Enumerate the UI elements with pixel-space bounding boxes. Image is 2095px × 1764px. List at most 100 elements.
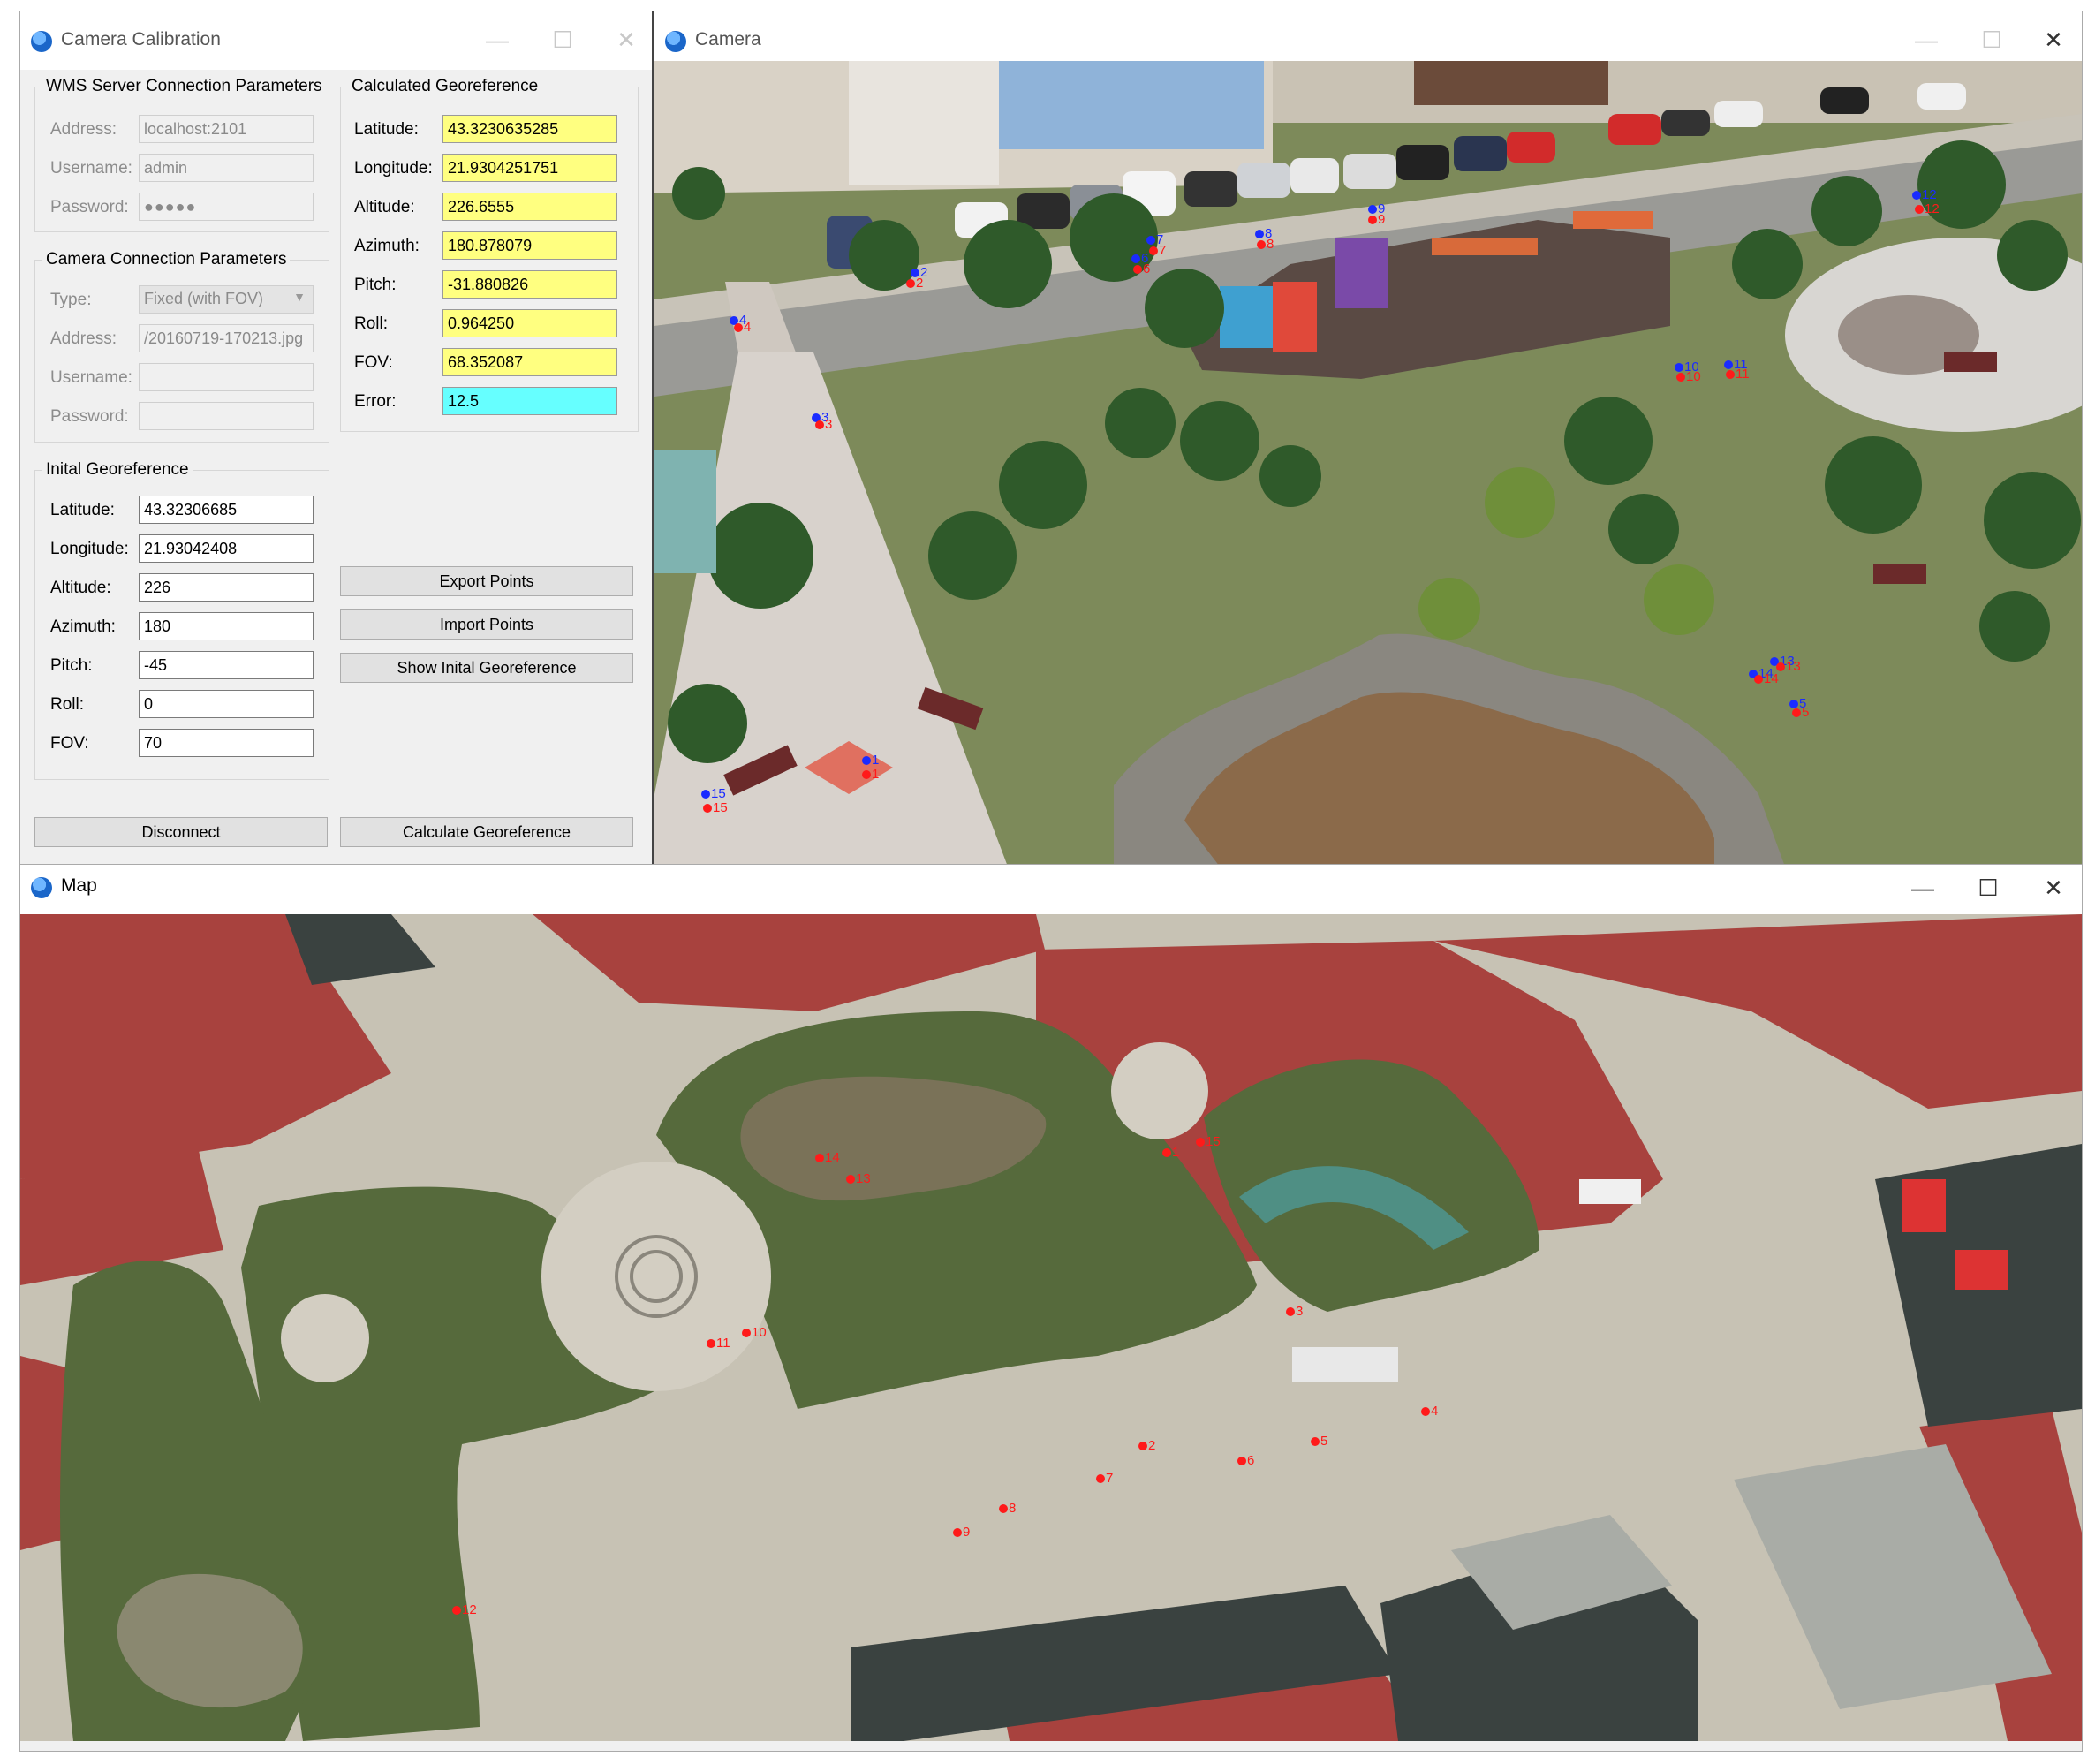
camera-point-1-projected-dot[interactable]: [862, 770, 871, 779]
calc-fov-field[interactable]: [442, 348, 617, 376]
map-point-12-dot[interactable]: [452, 1606, 461, 1615]
camera-point-4-projected-label: 4: [744, 320, 751, 335]
disconnect-button[interactable]: Disconnect: [34, 817, 328, 847]
camera-username-label: Username:: [50, 368, 132, 387]
wms-password-input[interactable]: [139, 193, 314, 221]
camera-point-7-picked-dot[interactable]: [1146, 236, 1155, 245]
show-initial-georeference-button[interactable]: Show Inital Georeference: [340, 653, 633, 683]
map-point-10-dot[interactable]: [742, 1329, 751, 1337]
camera-point-12-picked-dot[interactable]: [1912, 191, 1921, 200]
aerial-map: 123456789101112131415: [20, 914, 2082, 1741]
map-point-4-dot[interactable]: [1421, 1407, 1430, 1416]
initial-pitch-input[interactable]: [139, 651, 314, 679]
minimize-button[interactable]: —: [1900, 19, 1953, 61]
camera-password-input[interactable]: [139, 402, 314, 430]
camera-point-5-projected-dot[interactable]: [1792, 708, 1801, 717]
map-point-2-dot[interactable]: [1138, 1442, 1147, 1450]
wms-username-input[interactable]: [139, 154, 314, 182]
camera-address-input[interactable]: [139, 324, 314, 352]
map-point-15-dot[interactable]: [1196, 1138, 1205, 1147]
camera-point-15-projected-dot[interactable]: [703, 804, 712, 813]
camera-point-2-projected-dot[interactable]: [906, 279, 915, 288]
camera-window: Camera — ☐ ✕ 1 1 2 2 3 3 4 4 5 5 6 6 7 7…: [652, 11, 2083, 867]
map-point-14-label: 14: [825, 1150, 840, 1165]
camera-point-6-projected-dot[interactable]: [1133, 265, 1142, 274]
map-point-5-dot[interactable]: [1311, 1437, 1320, 1446]
map-point-6-dot[interactable]: [1237, 1457, 1246, 1465]
calculated-georeference-title: Calculated Georeference: [352, 77, 539, 95]
minimize-button[interactable]: —: [1896, 867, 1949, 909]
camera-photo: 1122334455667788991010111112121313141415…: [654, 61, 2082, 867]
calc-longitude-field[interactable]: [442, 154, 617, 182]
import-points-button[interactable]: Import Points: [340, 609, 633, 640]
camera-point-1-picked-dot[interactable]: [862, 756, 871, 765]
calc-azimuth-field[interactable]: [442, 231, 617, 260]
map-point-8-dot[interactable]: [999, 1504, 1008, 1513]
camera-point-13-projected-label: 13: [1786, 659, 1801, 674]
window-title: Camera: [695, 29, 761, 49]
camera-point-8-projected-dot[interactable]: [1257, 240, 1266, 249]
calc-pitch-field[interactable]: [442, 270, 617, 299]
wms-password-label: Password:: [50, 198, 129, 216]
camera-point-8-picked-dot[interactable]: [1255, 230, 1264, 238]
calculate-georeference-button[interactable]: Calculate Georeference: [340, 817, 633, 847]
camera-point-11-projected-dot[interactable]: [1726, 370, 1735, 379]
initial-longitude-input[interactable]: [139, 534, 314, 563]
initial-altitude-input[interactable]: [139, 573, 314, 602]
map-point-9-dot[interactable]: [953, 1528, 962, 1537]
initial-latitude-input[interactable]: [139, 496, 314, 524]
wms-group-title: WMS Server Connection Parameters: [46, 77, 322, 95]
map-point-3-dot[interactable]: [1286, 1307, 1295, 1316]
camera-point-6-projected-label: 6: [1143, 261, 1150, 276]
camera-point-12-projected-dot[interactable]: [1915, 205, 1924, 214]
calc-latitude-field[interactable]: [442, 115, 617, 143]
initial-fov-input[interactable]: [139, 729, 314, 757]
initial-azimuth-input[interactable]: [139, 612, 314, 640]
title-bar[interactable]: Camera Calibration — ☐ ✕: [20, 11, 654, 70]
initial-roll-input[interactable]: [139, 690, 314, 718]
camera-username-input[interactable]: [139, 363, 314, 391]
map-image-view[interactable]: 1 2 3 4 5 6 7 8 9 10 11 12 13 14 15: [20, 914, 2082, 1741]
camera-point-1-picked-label: 1: [872, 753, 879, 768]
camera-image-view[interactable]: 1 1 2 2 3 3 4 4 5 5 6 6 7 7 8 8 9 9 10 10 11 11 12 12 13 13 14 14 15…: [654, 61, 2082, 867]
camera-point-9-picked-dot[interactable]: [1368, 205, 1377, 214]
camera-point-10-projected-dot[interactable]: [1676, 373, 1685, 382]
map-point-3-label: 3: [1296, 1304, 1303, 1319]
camera-calibration-window: Camera Calibration — ☐ ✕ WMS Server Conn…: [19, 11, 655, 867]
maximize-button[interactable]: ☐: [536, 19, 589, 61]
minimize-button[interactable]: —: [471, 19, 524, 61]
map-point-13-dot[interactable]: [846, 1175, 855, 1184]
initial-azimuth-label: Azimuth:: [50, 617, 116, 636]
camera-point-14-projected-dot[interactable]: [1754, 675, 1763, 684]
map-point-11-dot[interactable]: [707, 1339, 715, 1348]
map-point-14-dot[interactable]: [815, 1154, 824, 1162]
maximize-button[interactable]: ☐: [1965, 19, 2018, 61]
wms-address-input[interactable]: [139, 115, 314, 143]
title-bar[interactable]: Map — ☐ ✕: [20, 865, 2082, 914]
export-points-button[interactable]: Export Points: [340, 566, 633, 596]
map-point-2-label: 2: [1148, 1438, 1155, 1453]
camera-connection-group-title: Camera Connection Parameters: [46, 250, 287, 269]
camera-point-13-projected-dot[interactable]: [1776, 662, 1785, 671]
close-button[interactable]: ✕: [600, 19, 653, 61]
camera-point-15-picked-dot[interactable]: [701, 790, 710, 799]
camera-type-select[interactable]: Fixed (with FOV) ▼: [139, 285, 314, 314]
calc-error-field[interactable]: [442, 387, 617, 415]
calc-roll-field[interactable]: [442, 309, 617, 337]
maximize-button[interactable]: ☐: [1962, 867, 2015, 909]
close-button[interactable]: ✕: [2027, 19, 2080, 61]
camera-point-5-picked-dot[interactable]: [1789, 700, 1798, 708]
camera-point-7-projected-dot[interactable]: [1149, 246, 1158, 255]
map-point-7-dot[interactable]: [1096, 1474, 1105, 1483]
camera-point-6-picked-dot[interactable]: [1131, 254, 1140, 263]
camera-point-2-projected-label: 2: [916, 276, 923, 291]
close-button[interactable]: ✕: [2027, 867, 2080, 909]
camera-point-3-projected-dot[interactable]: [815, 420, 824, 429]
map-point-1-dot[interactable]: [1162, 1148, 1171, 1157]
calc-error-label: Error:: [354, 392, 397, 411]
camera-point-9-projected-dot[interactable]: [1368, 216, 1377, 224]
camera-point-10-picked-dot[interactable]: [1675, 363, 1683, 372]
camera-point-4-projected-dot[interactable]: [734, 323, 743, 332]
calc-altitude-field[interactable]: [442, 193, 617, 221]
camera-point-11-picked-dot[interactable]: [1724, 360, 1733, 369]
